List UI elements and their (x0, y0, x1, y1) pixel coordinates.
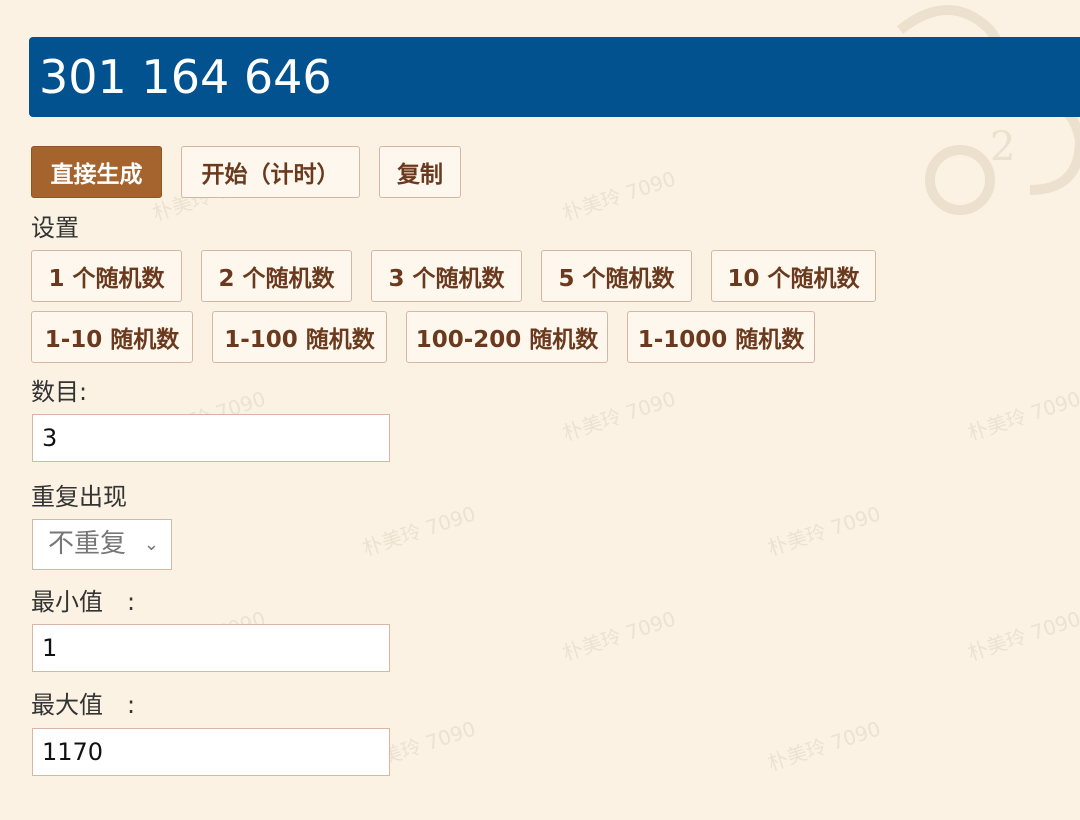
watermark: 朴美玲 7090 (559, 606, 679, 666)
range-1-100-button[interactable]: 1-100 随机数 (212, 311, 387, 363)
generate-button[interactable]: 直接生成 (31, 146, 162, 198)
repeat-select-value: 不重复 (48, 529, 127, 559)
count-label: 数目: (31, 378, 88, 406)
watermark: 朴美玲 7090 (559, 386, 679, 446)
count-input[interactable]: 3 (32, 414, 390, 462)
preset-5-button[interactable]: 5 个随机数 (541, 250, 692, 302)
preset-range-row: 1-10 随机数 1-100 随机数 100-200 随机数 1-1000 随机… (31, 311, 815, 363)
chevron-down-icon: ⌄ (143, 534, 159, 555)
watermark: 朴美玲 7090 (559, 166, 679, 226)
watermark: 朴美玲 7090 (764, 716, 884, 776)
settings-label: 设置 (31, 214, 79, 242)
range-100-200-button[interactable]: 100-200 随机数 (406, 311, 608, 363)
preset-count-row: 1 个随机数 2 个随机数 3 个随机数 5 个随机数 10 个随机数 (31, 250, 876, 302)
watermark: 朴美玲 7090 (964, 386, 1080, 446)
repeat-select[interactable]: 不重复 ⌄ (32, 519, 172, 570)
max-input[interactable]: 1170 (32, 728, 390, 776)
min-input[interactable]: 1 (32, 624, 390, 672)
watermark: 朴美玲 7090 (359, 501, 479, 561)
start-timer-button[interactable]: 开始（计时） (181, 146, 360, 198)
repeat-label: 重复出现 (31, 483, 127, 511)
copy-button[interactable]: 复制 (379, 146, 461, 198)
svg-text:2: 2 (990, 124, 1015, 170)
min-label: 最小值 : (31, 588, 136, 616)
preset-10-button[interactable]: 10 个随机数 (711, 250, 876, 302)
preset-2-button[interactable]: 2 个随机数 (201, 250, 352, 302)
result-display: 301 164 646 (29, 37, 1080, 117)
watermark: 朴美玲 7090 (764, 501, 884, 561)
max-label: 最大值 : (31, 691, 136, 719)
preset-3-button[interactable]: 3 个随机数 (371, 250, 522, 302)
action-bar: 直接生成 开始（计时） 复制 (31, 146, 461, 198)
preset-1-button[interactable]: 1 个随机数 (31, 250, 182, 302)
range-1-1000-button[interactable]: 1-1000 随机数 (627, 311, 815, 363)
watermark: 朴美玲 7090 (964, 606, 1080, 666)
range-1-10-button[interactable]: 1-10 随机数 (31, 311, 193, 363)
